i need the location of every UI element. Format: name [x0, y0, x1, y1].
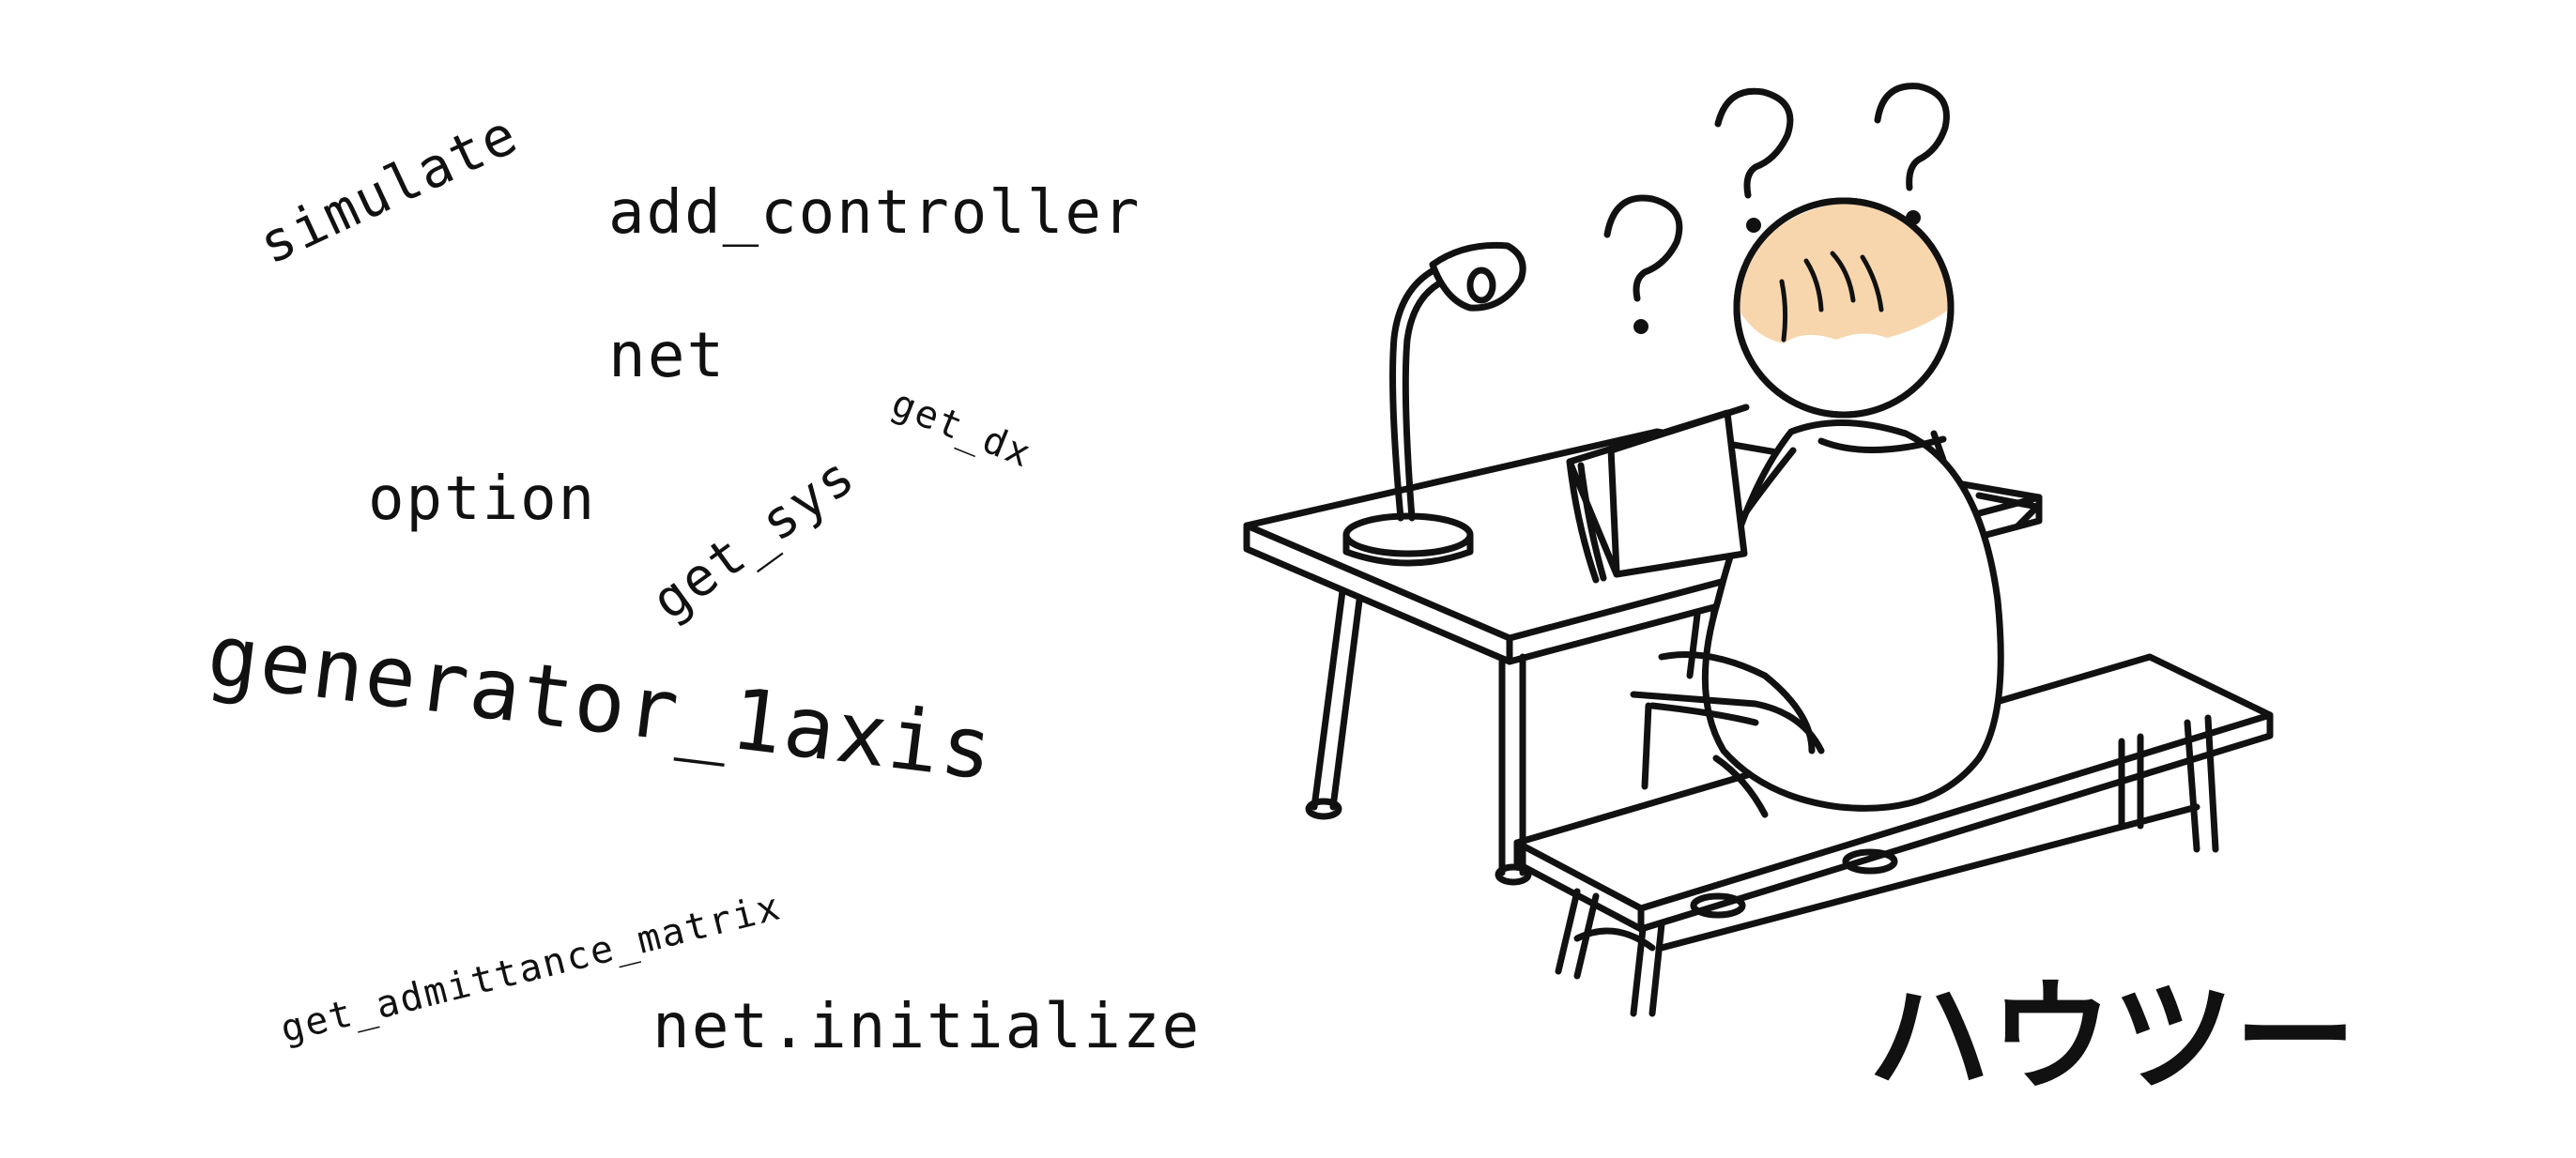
- title-howto: ハウツー: [1868, 966, 2357, 1108]
- question-mark-icon: [1714, 87, 1794, 233]
- question-mark-icon: [1874, 83, 1950, 225]
- person-reading: [1566, 197, 2041, 818]
- question-mark-icon: [1603, 194, 1683, 334]
